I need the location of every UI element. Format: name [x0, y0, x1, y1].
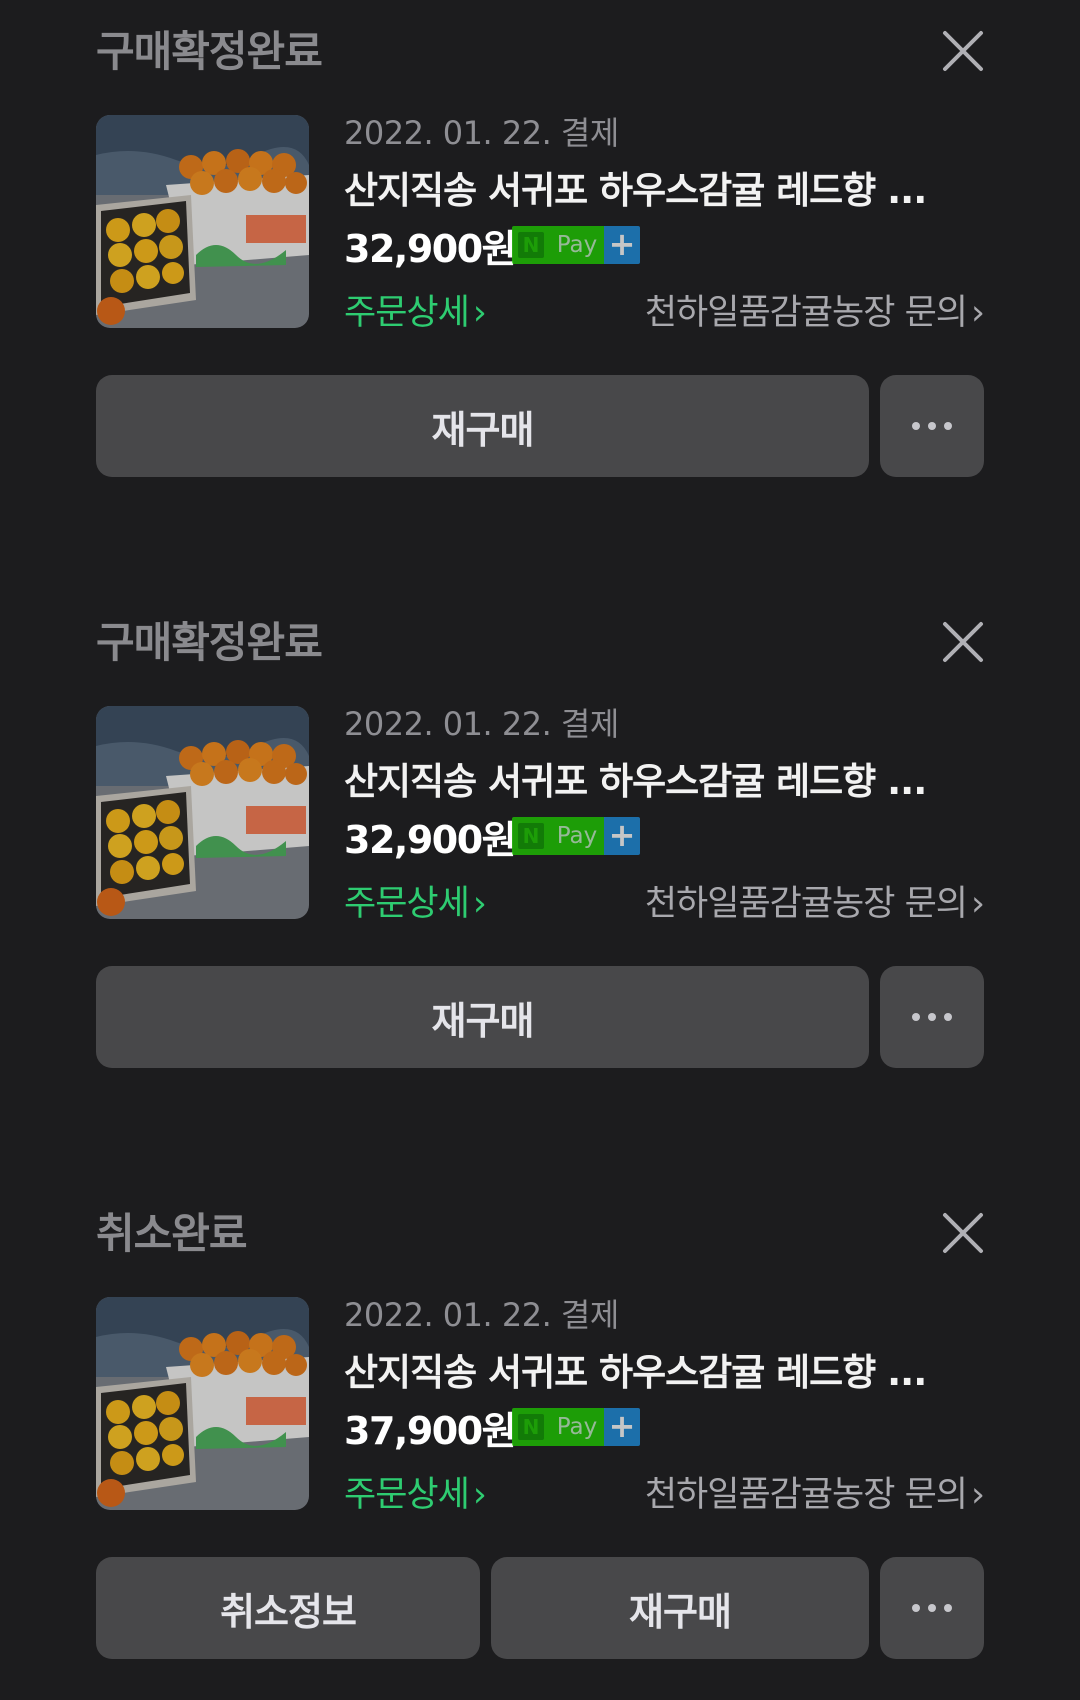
product-price: 32,900원 — [344, 818, 517, 862]
npay-plus-badge: N Pay + — [512, 1408, 640, 1446]
product-thumbnail[interactable] — [96, 706, 309, 919]
order-detail-link[interactable]: 주문상세 › — [344, 875, 487, 926]
product-thumbnail[interactable] — [96, 1297, 309, 1510]
chevron-right-icon: › — [472, 293, 487, 333]
order-detail-link[interactable]: 주문상세 › — [344, 284, 487, 335]
product-title[interactable]: 산지직송 서귀포 하우스감귤 레드향 ... — [344, 1342, 964, 1396]
more-dots-icon — [912, 1604, 952, 1612]
order-card: 구매확정완료 2022. 01. 22. 결제 산지직송 서귀포 하우스감귤 레… — [0, 591, 1080, 1182]
chevron-right-icon: › — [971, 884, 985, 924]
order-detail-label: 주문상세 — [344, 884, 470, 924]
npay-plus-label: + — [604, 1408, 640, 1446]
order-detail-label: 주문상세 — [344, 293, 470, 333]
seller-inquiry-link[interactable]: 천하일품감귤농장 문의 › — [644, 1466, 985, 1517]
order-card: 구매확정완료 2022. 01. 22. 결제 산지직송 서귀포 하우스감귤 레… — [0, 0, 1080, 591]
npay-n-logo: N — [518, 823, 544, 849]
npay-plus-badge: N Pay + — [512, 817, 640, 855]
order-status: 구매확정완료 — [96, 27, 323, 76]
more-options-button[interactable] — [880, 966, 984, 1068]
seller-inquiry-link[interactable]: 천하일품감귤농장 문의 › — [644, 284, 985, 335]
product-thumbnail[interactable] — [96, 115, 309, 328]
product-title[interactable]: 산지직송 서귀포 하우스감귤 레드향 ... — [344, 751, 964, 805]
seller-inquiry-link[interactable]: 천하일품감귤농장 문의 › — [644, 875, 985, 926]
product-title[interactable]: 산지직송 서귀포 하우스감귤 레드향 ... — [344, 160, 964, 214]
seller-inquiry-label: 천하일품감귤농장 문의 — [644, 884, 968, 924]
npay-pay-label: Pay — [550, 1408, 604, 1446]
payment-date: 2022. 01. 22. 결제 — [344, 114, 619, 152]
npay-n-logo: N — [518, 232, 544, 258]
npay-pay-label: Pay — [550, 817, 604, 855]
close-icon[interactable] — [940, 619, 986, 665]
close-icon[interactable] — [940, 1210, 986, 1256]
order-detail-link[interactable]: 주문상세 › — [344, 1466, 487, 1517]
payment-date: 2022. 01. 22. 결제 — [344, 705, 619, 743]
more-options-button[interactable] — [880, 1557, 984, 1659]
rebuy-button[interactable]: 재구매 — [96, 375, 869, 477]
npay-pay-label: Pay — [550, 226, 604, 264]
npay-n-logo: N — [518, 1414, 544, 1440]
npay-plus-label: + — [604, 226, 640, 264]
chevron-right-icon: › — [472, 1475, 487, 1515]
order-status: 취소완료 — [96, 1209, 248, 1258]
close-icon[interactable] — [940, 28, 986, 74]
order-status: 구매확정완료 — [96, 618, 323, 667]
more-dots-icon — [912, 422, 952, 430]
cancel-info-button[interactable]: 취소정보 — [96, 1557, 480, 1659]
more-dots-icon — [912, 1013, 952, 1021]
npay-plus-label: + — [604, 817, 640, 855]
order-card: 취소완료 2022. 01. 22. 결제 산지직송 서귀포 하우스감귤 레드향… — [0, 1182, 1080, 1700]
seller-inquiry-label: 천하일품감귤농장 문의 — [644, 1475, 968, 1515]
rebuy-button[interactable]: 재구매 — [96, 966, 869, 1068]
order-detail-label: 주문상세 — [344, 1475, 470, 1515]
chevron-right-icon: › — [971, 293, 985, 333]
order-history-list: 구매확정완료 2022. 01. 22. 결제 산지직송 서귀포 하우스감귤 레… — [0, 0, 1080, 1700]
payment-date: 2022. 01. 22. 결제 — [344, 1296, 619, 1334]
rebuy-button[interactable]: 재구매 — [491, 1557, 869, 1659]
product-price: 32,900원 — [344, 227, 517, 271]
more-options-button[interactable] — [880, 375, 984, 477]
chevron-right-icon: › — [472, 884, 487, 924]
chevron-right-icon: › — [971, 1475, 985, 1515]
npay-plus-badge: N Pay + — [512, 226, 640, 264]
product-price: 37,900원 — [344, 1409, 517, 1453]
seller-inquiry-label: 천하일품감귤농장 문의 — [644, 293, 968, 333]
